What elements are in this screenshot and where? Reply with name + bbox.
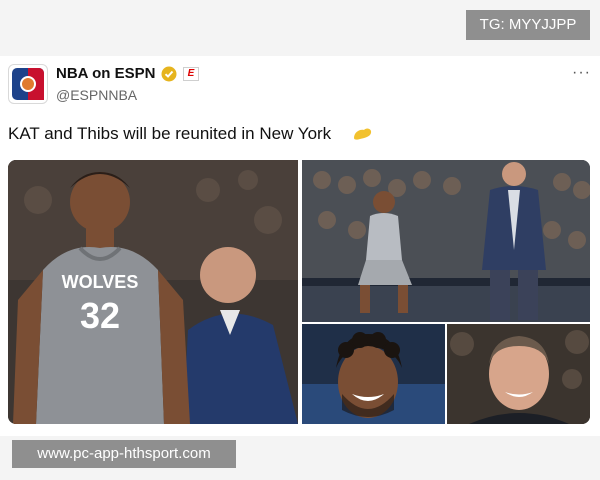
tweet-text: KAT and Thibs will be reunited in New Yo… bbox=[8, 124, 332, 143]
espn-badge-icon: E bbox=[183, 67, 199, 81]
account-name[interactable]: NBA on ESPN bbox=[56, 65, 155, 82]
flexed-biceps-emoji-icon bbox=[352, 126, 374, 147]
tg-badge: TG: MYYJJPP bbox=[466, 10, 590, 40]
photo-kat-smiling[interactable] bbox=[302, 324, 445, 424]
more-options-icon[interactable]: ··· bbox=[572, 64, 591, 82]
nba-logo-icon[interactable] bbox=[8, 64, 48, 104]
verified-badge-icon bbox=[161, 66, 177, 87]
jersey-team: WOLVES bbox=[62, 272, 139, 292]
watermark-url: www.pc-app-hthsport.com bbox=[12, 440, 236, 468]
account-handle[interactable]: @ESPNNBA bbox=[56, 87, 137, 103]
jersey-number: 32 bbox=[80, 295, 120, 336]
photo-courtside[interactable] bbox=[302, 160, 590, 322]
photo-thibs-smiling[interactable] bbox=[447, 324, 590, 424]
photo-kat-thibs-wolves[interactable]: WOLVES 32 bbox=[8, 160, 298, 424]
